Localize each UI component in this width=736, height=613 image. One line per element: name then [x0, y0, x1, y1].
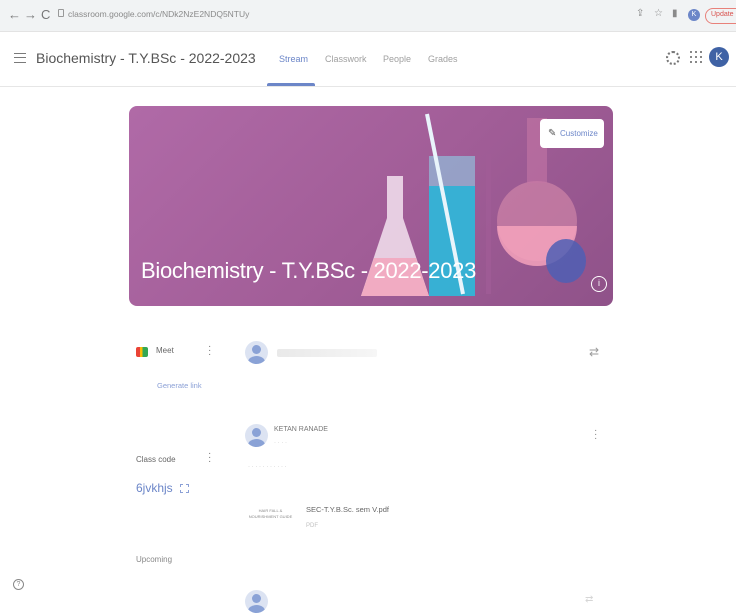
- browser-toolbar: ← → C classroom.google.com/c/NDk2NzE2NDQ…: [0, 0, 736, 32]
- customize-label: Customize: [560, 129, 598, 138]
- customize-button[interactable]: ✎ Customize: [540, 119, 604, 148]
- attachment-name[interactable]: SEC-T.Y.B.Sc. sem V.pdf: [306, 505, 389, 514]
- sidebar-icon[interactable]: ▮: [672, 8, 678, 19]
- apps-icon[interactable]: [690, 51, 702, 63]
- lock-icon: [58, 9, 64, 17]
- avatar: [245, 341, 268, 364]
- avatar[interactable]: K: [709, 47, 729, 67]
- more-vert-icon[interactable]: · · ·: [208, 449, 211, 467]
- repost-icon[interactable]: ⇄: [589, 345, 599, 359]
- attachment-thumbnail[interactable]: HAIR FALL & NOURISHMENT GUIDE: [248, 501, 293, 543]
- class-code-value: 6jvkhjs: [136, 481, 173, 495]
- repost-icon[interactable]: ⇄: [585, 594, 593, 605]
- tab-grades[interactable]: Grades: [428, 54, 458, 64]
- reload-icon[interactable]: C: [41, 8, 50, 22]
- attachment-type: PDF: [306, 523, 318, 529]
- meet-icon: [136, 347, 148, 357]
- back-icon[interactable]: ←: [8, 8, 21, 22]
- generate-link[interactable]: Generate link: [157, 381, 202, 390]
- address-bar[interactable]: classroom.google.com/c/NDk2NzE2NDQ5NTUy: [68, 9, 249, 19]
- pencil-icon: ✎: [548, 128, 557, 139]
- tab-classwork[interactable]: Classwork: [325, 54, 367, 64]
- browser-profile-avatar[interactable]: K: [688, 9, 700, 21]
- active-tab-indicator: [267, 83, 315, 86]
- post-author: KETAN RANADE: [274, 426, 328, 433]
- class-code-label: Class code: [136, 455, 176, 464]
- browser-update-button[interactable]: Update: [705, 8, 736, 24]
- info-icon[interactable]: i: [591, 276, 607, 292]
- class-banner: Biochemistry - T.Y.BSc - 2022-2023 ✎ Cus…: [129, 106, 613, 306]
- post-text: · · · · · · · · · · ·: [248, 464, 287, 470]
- tab-people[interactable]: People: [383, 54, 411, 64]
- avatar: [245, 424, 268, 447]
- forward-icon[interactable]: →: [24, 8, 37, 22]
- app-header: Biochemistry - T.Y.BSc - 2022-2023 Strea…: [0, 32, 736, 87]
- meet-label: Meet: [156, 346, 174, 355]
- help-icon[interactable]: ?: [13, 579, 24, 590]
- tab-stream[interactable]: Stream: [279, 54, 308, 64]
- star-icon[interactable]: ☆: [654, 8, 663, 19]
- upcoming-label: Upcoming: [136, 555, 173, 564]
- expand-icon[interactable]: [180, 484, 189, 493]
- more-vert-icon[interactable]: · · ·: [594, 426, 597, 444]
- share-icon[interactable]: ⇪: [636, 8, 644, 19]
- page-title[interactable]: Biochemistry - T.Y.BSc - 2022-2023: [36, 50, 256, 66]
- menu-icon[interactable]: [14, 53, 26, 63]
- avatar: [245, 590, 268, 613]
- more-vert-icon[interactable]: · · ·: [208, 342, 211, 360]
- banner-class-title: Biochemistry - T.Y.BSc - 2022-2023: [141, 258, 477, 283]
- settings-icon[interactable]: [666, 51, 680, 65]
- post-date: · · · ·: [274, 440, 287, 446]
- announce-input[interactable]: [277, 349, 377, 357]
